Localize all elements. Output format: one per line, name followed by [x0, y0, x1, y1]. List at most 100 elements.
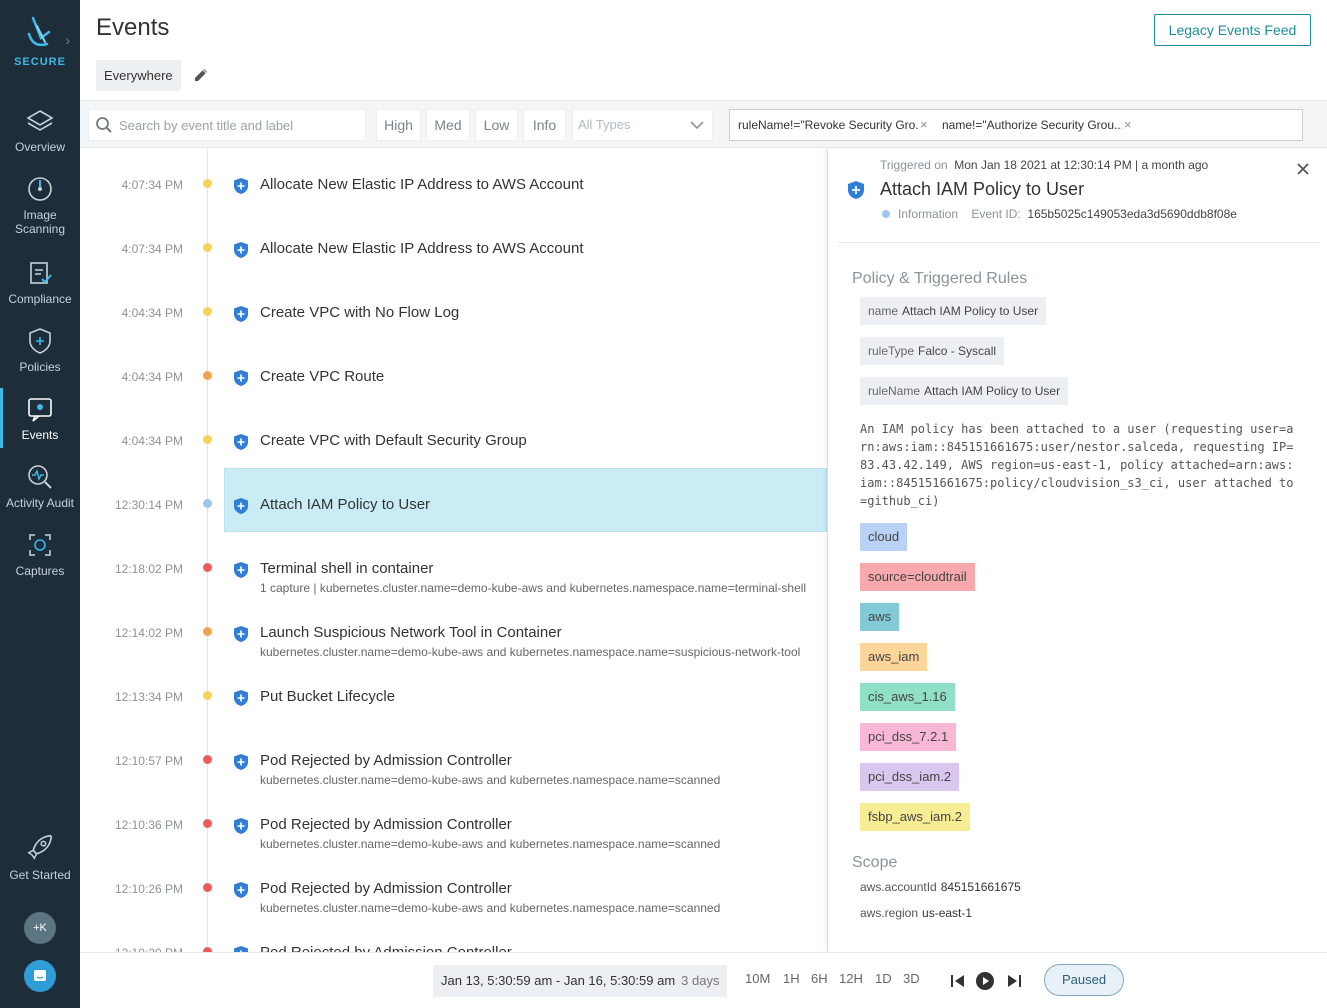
event-time: 4:07:34 PM	[121, 178, 183, 192]
rule-filter-input[interactable]: ruleName!="Revoke Security Gro... × name…	[729, 109, 1303, 141]
pencil-icon[interactable]	[192, 66, 210, 84]
severity-dot	[203, 243, 212, 252]
triggered-on: Triggered on Mon Jan 18 2021 at 12:30:14…	[880, 158, 1208, 172]
scope-chip[interactable]: Everywhere	[96, 60, 181, 91]
avatar[interactable]: +K	[24, 912, 56, 944]
event-title: Allocate New Elastic IP Address to AWS A…	[260, 176, 584, 193]
event-title: Create VPC Route	[260, 368, 385, 385]
nav-get-started[interactable]: Get Started	[0, 830, 80, 882]
filter-bar: High Med Low Info All Types ruleName!="R…	[80, 100, 1327, 148]
severity-info-button[interactable]: Info	[523, 109, 566, 141]
scope-value: 845151661675	[940, 880, 1021, 894]
event-row[interactable]: 4:04:34 PM Create VPC with No Flow Log	[80, 277, 827, 341]
severity-dot	[203, 563, 212, 572]
types-select[interactable]: All Types	[572, 109, 713, 141]
detail-meta: Information Event ID: 165b5025c149053eda…	[882, 207, 1237, 221]
chat-button[interactable]	[24, 960, 56, 992]
legacy-events-feed-button[interactable]: Legacy Events Feed	[1154, 14, 1311, 46]
event-row[interactable]: 12:10:36 PM Pod Rejected by Admission Con…	[80, 789, 827, 853]
scope-row: aws.accountId 845151661675	[860, 880, 1021, 894]
shield-plus-icon	[233, 753, 249, 771]
nav-policies[interactable]: Policies	[0, 326, 80, 374]
clipboard-check-icon	[30, 262, 52, 284]
kv-key: ruleName	[868, 384, 921, 398]
policy-section-title: Policy & Triggered Rules	[852, 270, 1028, 287]
severity-label: Information	[898, 207, 959, 221]
shield-plus-icon	[233, 433, 249, 451]
event-label-chip[interactable]: cloud	[860, 523, 908, 551]
event-row[interactable]: 12:14:02 PM Launch Suspicious Network Too…	[80, 597, 827, 661]
event-label-chip[interactable]: fsbp_aws_iam.2	[860, 803, 970, 831]
event-time: 12:14:02 PM	[114, 626, 183, 640]
event-row[interactable]: 12:18:02 PM Terminal shell in container 1 …	[80, 533, 827, 597]
time-1h-button[interactable]: 1H	[783, 971, 800, 986]
sidebar: SECURE › Overview Image Scanning Complian…	[0, 0, 80, 1008]
event-row[interactable]: 4:07:34 PM Allocate New Elastic IP Addres…	[80, 149, 827, 213]
close-icon[interactable]	[1295, 161, 1311, 177]
event-detail-panel: Triggered on Mon Jan 18 2021 at 12:30:14…	[827, 149, 1327, 952]
event-time: 12:10:26 PM	[114, 882, 183, 896]
nav-image-scanning-label: Image Scanning	[14, 208, 66, 236]
event-row[interactable]: 12:30:14 PM Attach IAM Policy to User	[80, 468, 827, 533]
event-row[interactable]: 12:10:20 PMPod Rejected by Admission Con…	[80, 917, 827, 952]
shield-plus-icon	[233, 369, 249, 387]
time-6h-button[interactable]: 6H	[811, 971, 828, 986]
event-row[interactable]: 4:07:34 PM Allocate New Elastic IP Addres…	[80, 213, 827, 277]
event-time: 12:13:34 PM	[114, 690, 183, 704]
nav-captures[interactable]: Captures	[0, 530, 80, 578]
event-label-chip[interactable]: aws	[860, 603, 900, 631]
event-id-label: Event ID:	[971, 207, 1021, 221]
event-label-chip[interactable]: aws_iam	[860, 643, 928, 671]
nav-activity-audit[interactable]: Activity Audit	[0, 462, 80, 510]
nav-activity-audit-label: Activity Audit	[5, 496, 75, 510]
gauge-icon	[28, 177, 52, 201]
chevron-right-icon[interactable]: ›	[65, 32, 70, 48]
nav-events[interactable]: Events	[0, 388, 80, 448]
event-title: Create VPC with No Flow Log	[260, 304, 460, 321]
search-input[interactable]	[119, 110, 359, 140]
logo[interactable]: SECURE ›	[0, 14, 80, 84]
time-12h-button[interactable]: 12H	[839, 971, 863, 986]
event-time: 4:04:34 PM	[121, 434, 183, 448]
time-1d-button[interactable]: 1D	[875, 971, 892, 986]
skip-forward-icon[interactable]	[1004, 971, 1024, 991]
shield-plus-icon	[233, 177, 249, 195]
rule-filter-chip: ruleName!="Revoke Security Gro...	[738, 118, 918, 132]
nav-overview[interactable]: Overview	[0, 106, 80, 154]
search-pulse-icon	[28, 465, 52, 489]
shield-plus-icon	[233, 625, 249, 643]
nav-compliance[interactable]: Compliance	[0, 258, 80, 306]
event-title: Put Bucket Lifecycle	[260, 688, 396, 705]
event-time: 12:10:57 PM	[114, 754, 183, 768]
event-label-chip[interactable]: cis_aws_1.16	[860, 683, 955, 711]
nav-image-scanning[interactable]: Image Scanning	[0, 174, 80, 236]
nav-captures-label: Captures	[15, 564, 65, 578]
search-box[interactable]	[88, 109, 366, 141]
severity-high-button[interactable]: High	[376, 109, 421, 141]
event-label-chip[interactable]: source=cloudtrail	[860, 563, 975, 591]
event-row[interactable]: 4:04:34 PM Create VPC with Default Securi…	[80, 405, 827, 469]
remove-chip-icon[interactable]: ×	[920, 110, 928, 140]
time-navigation-footer: Jan 13, 5:30:59 am - Jan 16, 5:30:59 am 3…	[80, 952, 1327, 1008]
play-icon[interactable]	[975, 971, 995, 991]
severity-low-button[interactable]: Low	[475, 109, 518, 141]
event-row[interactable]: 12:13:34 PM Put Bucket Lifecycle	[80, 661, 827, 725]
event-label-chip[interactable]: pci_dss_iam.2	[860, 763, 960, 791]
event-subtitle: kubernetes.cluster.name=demo-kube-aws an…	[260, 773, 721, 787]
time-10m-button[interactable]: 10M	[745, 971, 770, 986]
paused-toggle[interactable]: Paused	[1044, 964, 1124, 996]
remove-chip-icon[interactable]: ×	[1124, 110, 1132, 140]
kv-value: Attach IAM Policy to User	[902, 304, 1039, 318]
event-row[interactable]: 4:04:34 PM Create VPC Route	[80, 341, 827, 405]
skip-back-icon[interactable]	[948, 971, 968, 991]
time-3d-button[interactable]: 3D	[903, 971, 920, 986]
time-range-chip[interactable]: Jan 13, 5:30:59 am - Jan 16, 5:30:59 am 3…	[433, 965, 728, 997]
event-row[interactable]: 12:10:26 PM Pod Rejected by Admission Con…	[80, 853, 827, 917]
severity-med-button[interactable]: Med	[426, 109, 470, 141]
shield-plus-icon	[233, 497, 249, 515]
nav-policies-label: Policies	[19, 360, 61, 374]
event-row[interactable]: 12:10:57 PM Pod Rejected by Admission Con…	[80, 725, 827, 789]
event-label-chip[interactable]: pci_dss_7.2.1	[860, 723, 957, 751]
event-title: Create VPC with Default Security Group	[260, 432, 527, 449]
events-timeline: 4:07:34 PM Allocate New Elastic IP Addres…	[80, 149, 827, 952]
